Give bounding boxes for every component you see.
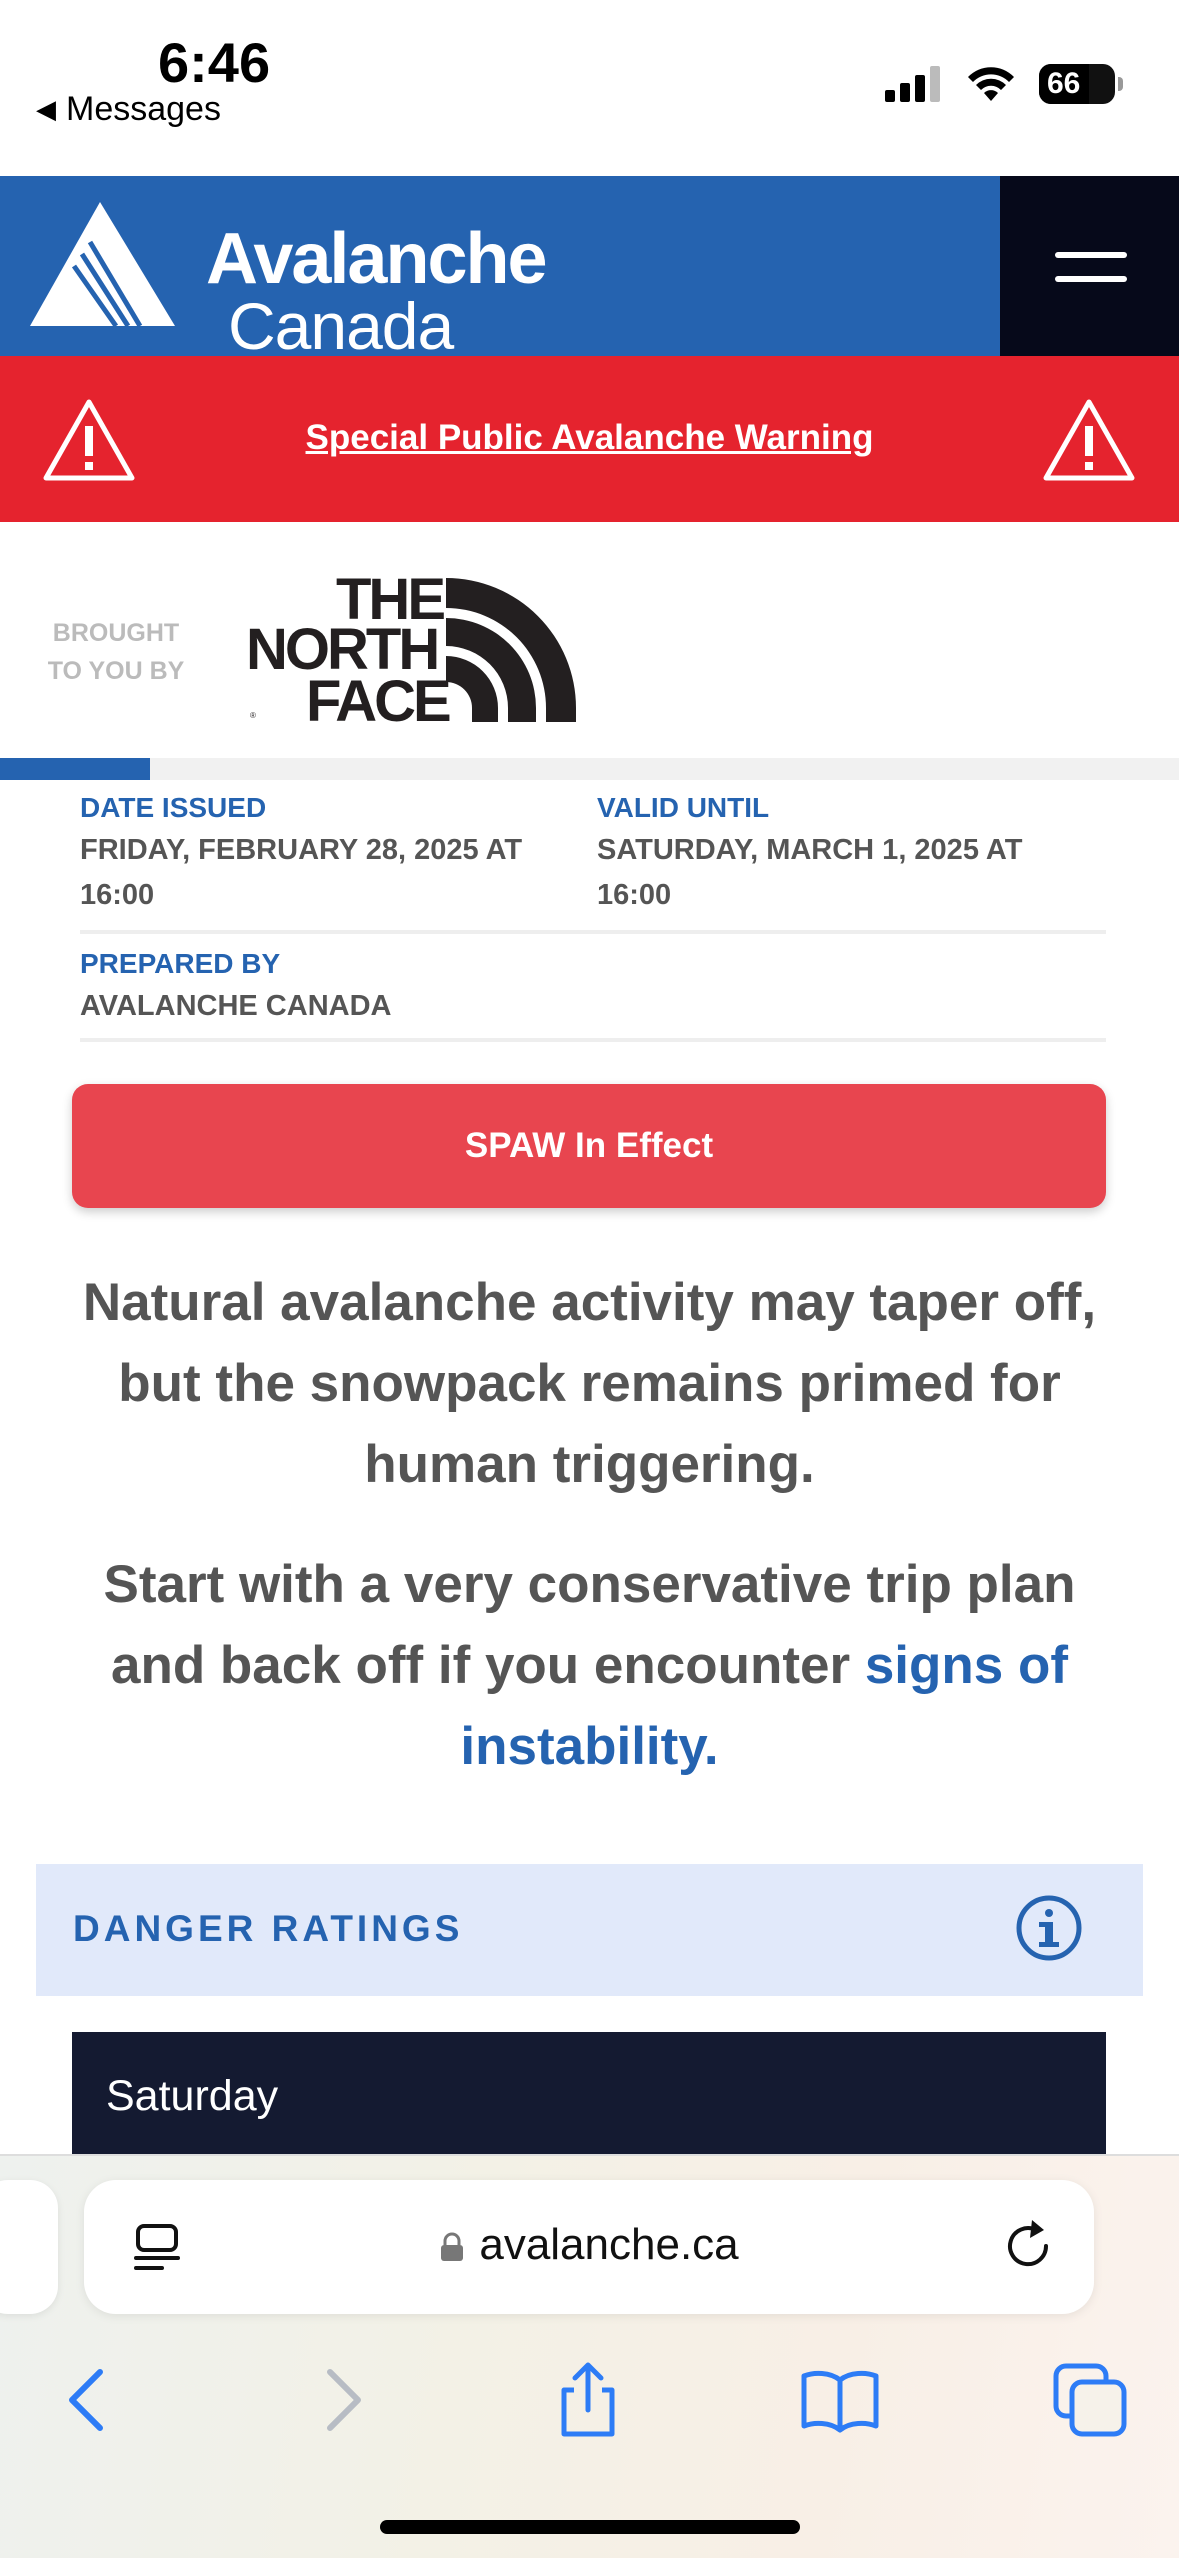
valid-until: VALID UNTIL SATURDAY, MARCH 1, 2025 AT 1… bbox=[597, 792, 1097, 918]
back-triangle-icon: ◀ bbox=[36, 94, 56, 124]
site-header: Avalanche Canada bbox=[0, 176, 1179, 363]
safari-toolbar: avalanche.ca bbox=[0, 2154, 1179, 2558]
back-arrow-icon[interactable] bbox=[48, 2360, 128, 2440]
prepared-by: PREPARED BY AVALANCHE CANADA bbox=[80, 948, 1080, 1029]
details-divider bbox=[80, 930, 1106, 934]
danger-ratings-header[interactable]: DANGER RATINGS bbox=[36, 1864, 1143, 1996]
reload-icon[interactable] bbox=[1000, 2218, 1056, 2274]
status-bar: 6:46 ◀ Messages 66 bbox=[0, 0, 1179, 176]
prepared-by-label: PREPARED BY bbox=[80, 948, 281, 979]
tnf-line-face: FACE bbox=[306, 669, 452, 734]
menu-button[interactable] bbox=[1000, 176, 1179, 356]
browser-nav-toolbar bbox=[0, 2346, 1179, 2456]
brought-to-you-by: BROUGHT TO YOU BY bbox=[47, 619, 185, 685]
previous-tab-preview[interactable] bbox=[0, 2180, 58, 2314]
date-issued: DATE ISSUED FRIDAY, FEBRUARY 28, 2025 AT… bbox=[80, 792, 580, 918]
headline-advice: Start with a very conservative trip plan… bbox=[60, 1544, 1119, 1787]
battery-level: 66 bbox=[1047, 67, 1081, 100]
spaw-warning-link[interactable]: Special Public Avalanche Warning bbox=[0, 418, 1179, 458]
spaw-in-effect-button[interactable]: SPAW In Effect bbox=[72, 1084, 1106, 1208]
spaw-warning-banner: Special Public Avalanche Warning bbox=[0, 356, 1179, 522]
prepared-by-value: AVALANCHE CANADA bbox=[80, 990, 392, 1022]
scroll-progress-bar bbox=[0, 758, 1179, 780]
valid-until-value: SATURDAY, MARCH 1, 2025 AT 16:00 bbox=[597, 834, 1023, 911]
battery-icon: 66 bbox=[1039, 64, 1123, 104]
info-icon[interactable] bbox=[1015, 1894, 1083, 1962]
headline-summary: Natural avalanche activity may taper off… bbox=[82, 1273, 1097, 1494]
status-time: 6:46 bbox=[158, 31, 271, 94]
tabs-icon[interactable] bbox=[1050, 2360, 1130, 2440]
bookmarks-icon[interactable] bbox=[800, 2360, 880, 2440]
cellular-signal-icon bbox=[885, 66, 940, 102]
address-bar[interactable]: avalanche.ca bbox=[84, 2180, 1094, 2314]
svg-text:®: ® bbox=[250, 711, 256, 720]
hamburger-icon bbox=[1055, 252, 1127, 258]
url-text: avalanche.ca bbox=[479, 2220, 739, 2269]
details-divider bbox=[80, 1038, 1106, 1042]
scroll-progress-fill bbox=[0, 758, 150, 780]
url-display: avalanche.ca bbox=[84, 2220, 1094, 2270]
warning-triangle-icon bbox=[1043, 399, 1135, 481]
battery-cap bbox=[1118, 77, 1123, 91]
logo-text-canada: Canada bbox=[228, 289, 454, 363]
lock-icon bbox=[441, 2232, 464, 2262]
danger-ratings-title: DANGER RATINGS bbox=[73, 1908, 464, 1949]
share-icon[interactable] bbox=[548, 2360, 628, 2440]
day-label: Saturday bbox=[106, 2072, 279, 2120]
status-icons: 66 bbox=[885, 64, 1123, 104]
forward-arrow-icon[interactable] bbox=[302, 2360, 382, 2440]
date-issued-label: DATE ISSUED bbox=[80, 792, 267, 823]
avalanche-canada-logo[interactable]: Avalanche Canada bbox=[30, 196, 548, 363]
back-to-messages[interactable]: ◀ Messages bbox=[36, 90, 221, 129]
wifi-icon bbox=[968, 67, 1014, 101]
hamburger-icon-line bbox=[1055, 276, 1127, 282]
mountain-logo-icon bbox=[30, 202, 175, 328]
sponsor-section: BROUGHT TO YOU BY ® THE NORTH FACE bbox=[0, 522, 1179, 758]
the-north-face-logo[interactable]: ® THE NORTH FACE bbox=[246, 571, 586, 734]
date-issued-value: FRIDAY, FEBRUARY 28, 2025 AT 16:00 bbox=[80, 834, 523, 911]
valid-until-label: VALID UNTIL bbox=[597, 792, 770, 823]
day-forecast-card[interactable]: Saturday bbox=[72, 2032, 1106, 2162]
home-indicator bbox=[380, 2520, 800, 2534]
back-app-label: Messages bbox=[66, 90, 221, 128]
